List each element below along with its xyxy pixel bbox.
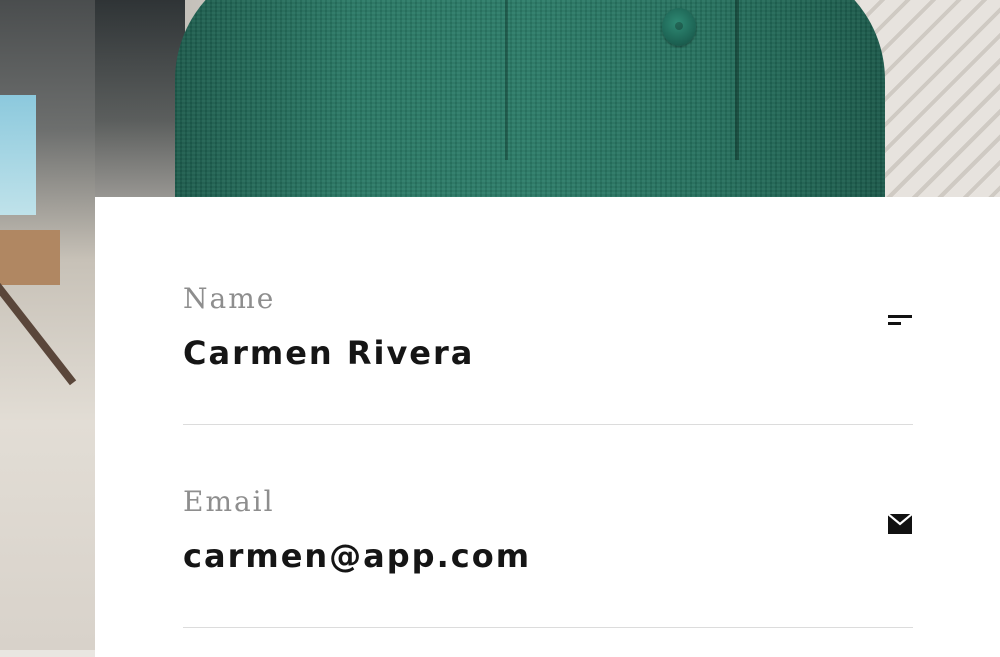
background-shelf-dark [95,0,185,200]
green-coat [175,0,885,220]
envelope-icon[interactable] [887,512,913,536]
email-field[interactable]: Email carmen@app.com [183,425,913,628]
name-label: Name [183,282,276,315]
email-label: Email [183,485,275,518]
email-value[interactable]: carmen@app.com [183,537,531,575]
background-shelf-item [0,230,60,285]
profile-card: Name Carmen Rivera Email carmen@app.com [95,197,1000,657]
coat-button [662,8,696,46]
text-lines-icon[interactable] [887,309,913,333]
name-field[interactable]: Name Carmen Rivera [183,222,913,425]
name-value[interactable]: Carmen Rivera [183,334,474,372]
coat-seam [505,0,508,160]
background-shelf-item [0,95,36,215]
coat-seam [735,0,739,160]
